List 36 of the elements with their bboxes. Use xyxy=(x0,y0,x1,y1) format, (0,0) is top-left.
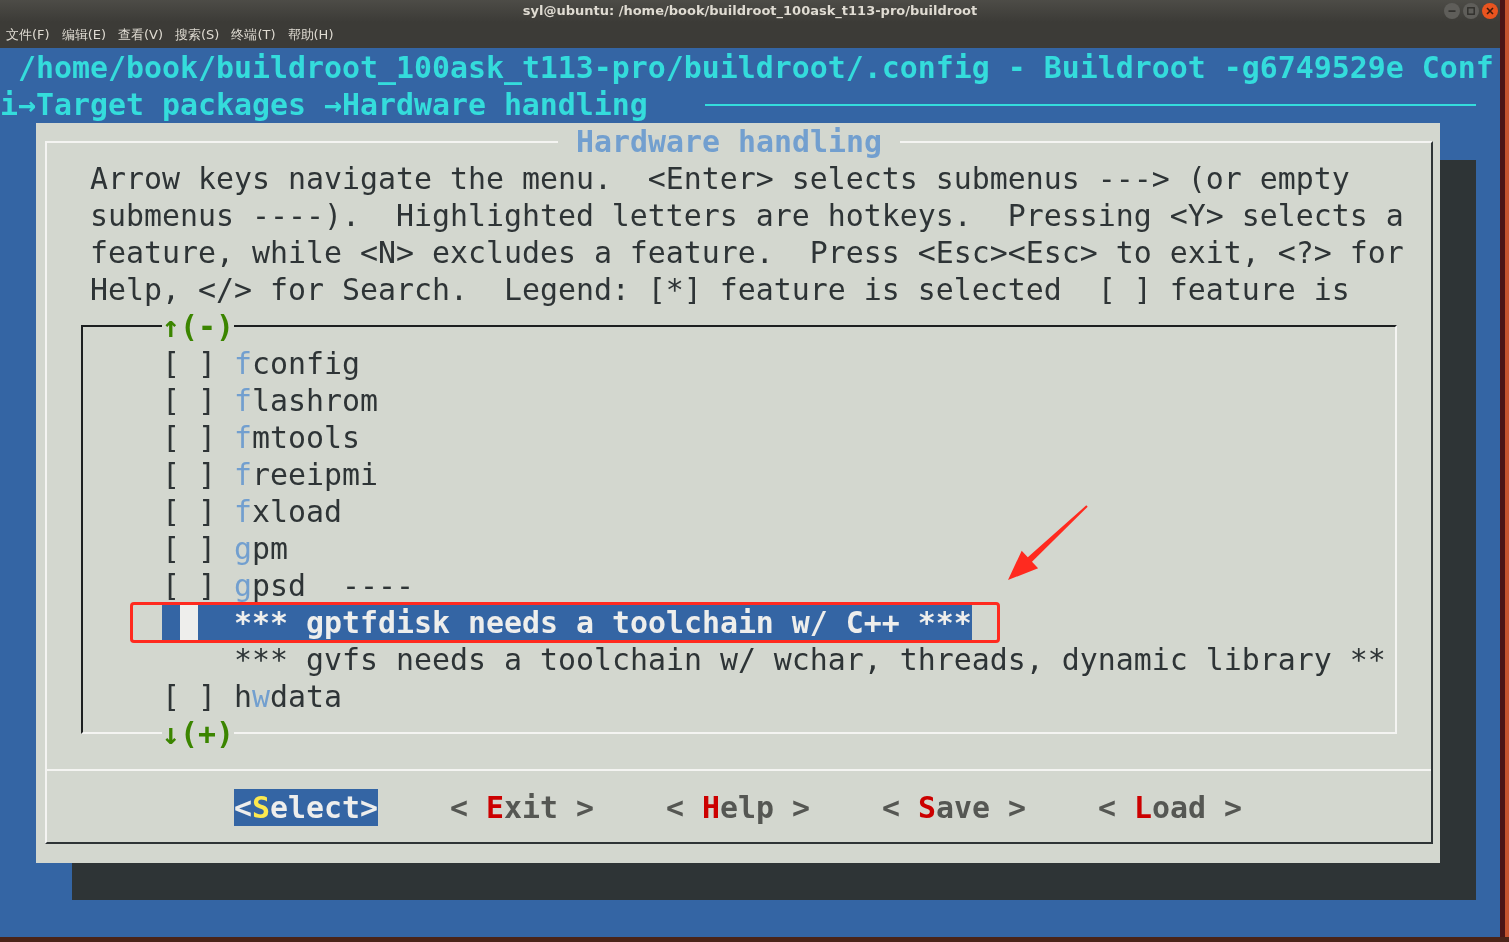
dialog-button[interactable]: < Exit > xyxy=(450,789,594,826)
menu-item[interactable]: [ ] fmtools xyxy=(162,421,360,454)
menu-bar-item[interactable]: 帮助(H) xyxy=(287,27,334,43)
menu-item[interactable]: [ ] gpsd ---- xyxy=(162,569,414,602)
menu-item[interactable]: [ ] gpm xyxy=(162,532,288,565)
menu-bar-item[interactable]: 搜索(S) xyxy=(175,27,220,43)
checkbox[interactable]: [ ] xyxy=(162,421,216,454)
menu-item[interactable]: *** gvfs needs a toolchain w/ wchar, threads, dynamic library ** xyxy=(162,643,1386,676)
menu-item[interactable]: [ ] fconfig xyxy=(162,347,360,380)
checkbox[interactable]: [ ] xyxy=(162,680,216,713)
menu-item[interactable]: [ ] fxload xyxy=(162,495,342,528)
window-title: syl@ubuntu: /home/book/buildroot_100ask_t113-pro/buildroot xyxy=(522,3,978,19)
checkbox[interactable]: [ ] xyxy=(162,347,216,380)
dialog-button[interactable]: < Save > xyxy=(881,789,1026,826)
menu-item[interactable]: [ ] f reeipmi xyxy=(162,458,378,491)
dialog-button[interactable]: <Select> xyxy=(234,789,378,826)
minimize-icon[interactable] xyxy=(1444,3,1460,19)
menu-bar-item[interactable]: 终端(T) xyxy=(231,27,276,43)
menu-bar-item[interactable]: 查看(V) xyxy=(118,27,164,43)
checkbox[interactable]: [ ] xyxy=(162,384,216,417)
maximize-icon[interactable] xyxy=(1463,3,1479,19)
dialog-button[interactable]: < Load > xyxy=(1097,789,1242,826)
checkbox[interactable]: [ ] xyxy=(162,458,216,491)
menu-item[interactable]: [ ] flashrom xyxy=(162,384,378,417)
checkbox[interactable]: [ ] xyxy=(162,495,216,528)
breadcrumb: i→Target packages →Hardware handling xyxy=(0,86,648,123)
dialog-button[interactable]: < Help > xyxy=(665,789,810,826)
checkbox[interactable]: [ ] xyxy=(162,569,216,602)
config-path-header: /home/book/buildroot_100ask_t113-pro/buildroot/.config - Buildroot -g6749529e Conf xyxy=(18,50,1494,85)
dialog-title: Hardware handling xyxy=(576,124,882,159)
menu-bar-item[interactable]: 编辑(E) xyxy=(61,27,106,43)
checkbox[interactable]: [ ] xyxy=(162,532,216,565)
help-text: Arrow keys navigate the menu. <Enter> selects submenus ---> (or empty submenus ----). Highlighted letters are hotkeys. Pressing <Y> selects a feature, while <N> excludes a feature. Press <Esc><Esc> to exit, <?> for Help, </> for Search. Legend: [*] feature is selected [ ] feature is xyxy=(90,160,1405,308)
close-icon[interactable] xyxy=(1482,3,1498,19)
menu-bar-item[interactable]: 文件(F) xyxy=(6,27,50,43)
menu-item[interactable]: [ ] hwdata xyxy=(162,680,342,713)
